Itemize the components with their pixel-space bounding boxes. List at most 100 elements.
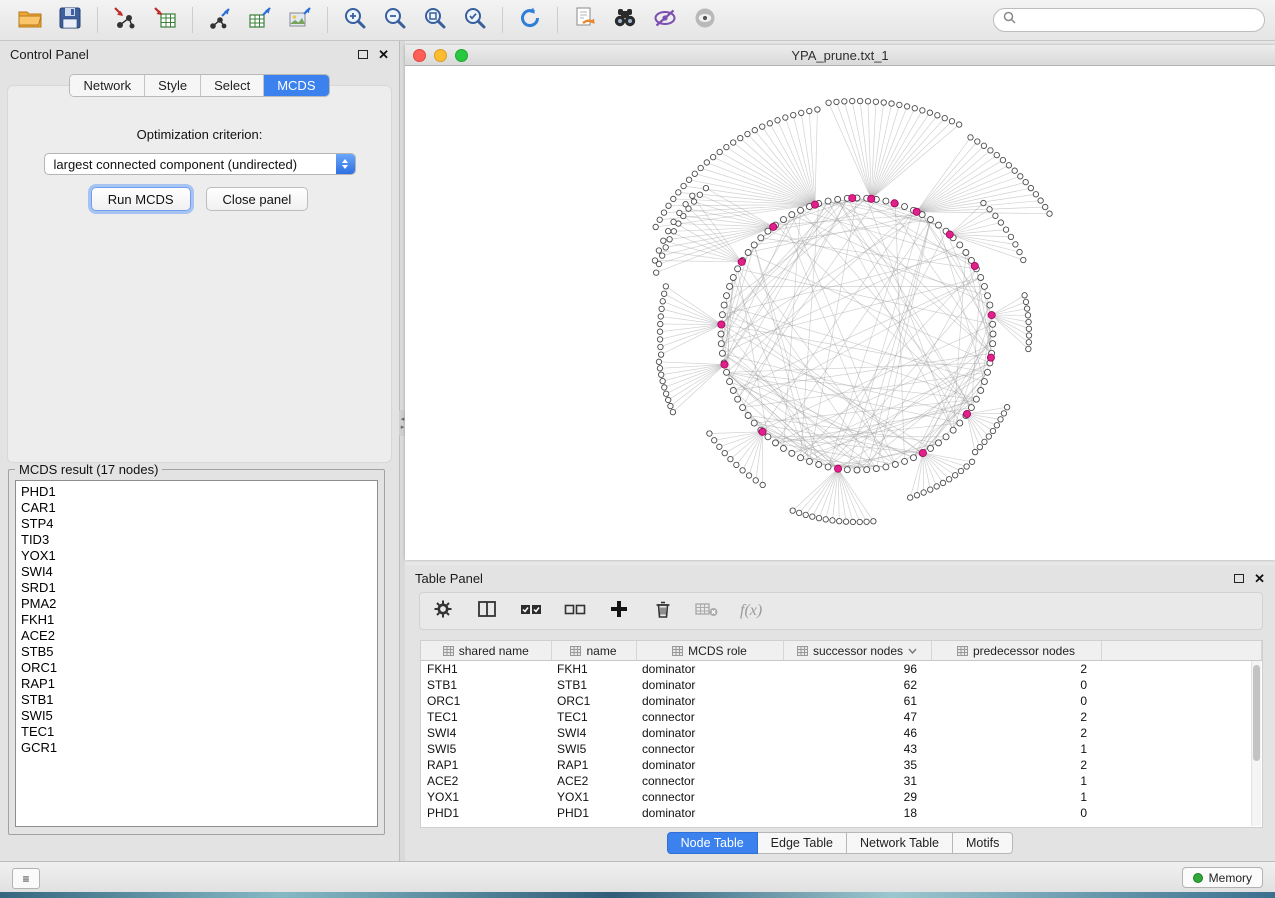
column-header-predecessor-nodes[interactable]: predecessor nodes bbox=[931, 641, 1101, 661]
close-table-panel-icon[interactable]: ✕ bbox=[1254, 572, 1265, 585]
table-row[interactable]: FKH1FKH1dominator962 bbox=[421, 661, 1262, 678]
status-menu-button[interactable]: ≡ bbox=[12, 868, 40, 889]
mcds-node-item[interactable]: ACE2 bbox=[21, 628, 377, 644]
zoom-in-icon bbox=[342, 5, 368, 36]
close-panel-icon[interactable]: ✕ bbox=[378, 48, 389, 61]
mcds-node-item[interactable]: SRD1 bbox=[21, 580, 377, 596]
gear-icon bbox=[433, 599, 453, 624]
network-canvas-svg[interactable] bbox=[405, 66, 1275, 560]
mcds-node-item[interactable]: SWI5 bbox=[21, 708, 377, 724]
table-scrollbar[interactable] bbox=[1251, 661, 1261, 826]
toolbar-separator bbox=[557, 7, 558, 33]
table-panel-title: Table Panel bbox=[415, 571, 483, 586]
mcds-node-item[interactable]: PMA2 bbox=[21, 596, 377, 612]
import-table-button[interactable] bbox=[145, 3, 185, 37]
tab-node-table[interactable]: Node Table bbox=[667, 832, 758, 854]
mcds-result-list[interactable]: PHD1CAR1STP4TID3YOX1SWI4SRD1PMA2FKH1ACE2… bbox=[15, 480, 378, 827]
tab-network-table[interactable]: Network Table bbox=[847, 832, 953, 854]
delete-row-button[interactable] bbox=[652, 600, 674, 622]
table-row[interactable]: PHD1PHD1dominator180 bbox=[421, 805, 1262, 821]
memory-status-icon bbox=[1193, 873, 1203, 883]
table-row[interactable]: TEC1TEC1connector472 bbox=[421, 709, 1262, 725]
mcds-node-item[interactable]: CAR1 bbox=[21, 500, 377, 516]
column-header-shared-name[interactable]: shared name bbox=[421, 641, 551, 661]
zoom-out-button[interactable] bbox=[375, 3, 415, 37]
add-row-button[interactable] bbox=[608, 600, 630, 622]
export-table-icon bbox=[247, 5, 273, 36]
mcds-node-item[interactable]: PHD1 bbox=[21, 484, 377, 500]
dropdown-stepper-icon bbox=[336, 154, 355, 174]
apply-layout-button[interactable] bbox=[510, 3, 550, 37]
table-settings-button[interactable] bbox=[432, 600, 454, 622]
select-all-button[interactable] bbox=[520, 600, 542, 622]
export-image-button[interactable] bbox=[280, 3, 320, 37]
memory-label: Memory bbox=[1209, 871, 1252, 885]
table-row[interactable]: SWI5SWI5connector431 bbox=[421, 741, 1262, 757]
mcds-node-item[interactable]: STP4 bbox=[21, 516, 377, 532]
window-close-button[interactable] bbox=[413, 49, 426, 62]
table-row[interactable]: YOX1YOX1connector291 bbox=[421, 789, 1262, 805]
column-header-successor-nodes[interactable]: successor nodes bbox=[783, 641, 931, 661]
mcds-node-item[interactable]: RAP1 bbox=[21, 676, 377, 692]
search-input[interactable] bbox=[1022, 12, 1255, 28]
float-table-panel-icon[interactable] bbox=[1234, 574, 1244, 583]
run-mcds-button[interactable]: Run MCDS bbox=[91, 187, 191, 211]
import-table-icon bbox=[152, 5, 178, 36]
table-scrollbar-thumb[interactable] bbox=[1253, 665, 1260, 761]
mcds-node-item[interactable]: GCR1 bbox=[21, 740, 377, 756]
node-table: shared name name MCDS role successor nod… bbox=[421, 641, 1262, 821]
show-columns-button[interactable] bbox=[476, 600, 498, 622]
float-panel-icon[interactable] bbox=[358, 50, 368, 59]
show-graphics-button[interactable] bbox=[685, 3, 725, 37]
close-panel-button[interactable]: Close panel bbox=[206, 187, 309, 211]
import-network-button[interactable] bbox=[105, 3, 145, 37]
optimization-criterion-label: Optimization criterion: bbox=[7, 127, 392, 142]
tab-motifs[interactable]: Motifs bbox=[953, 832, 1013, 854]
mcds-node-item[interactable]: YOX1 bbox=[21, 548, 377, 564]
tab-network[interactable]: Network bbox=[70, 75, 145, 96]
column-type-icon bbox=[672, 646, 683, 656]
unselect-all-button[interactable] bbox=[564, 600, 586, 622]
column-header-name[interactable]: name bbox=[551, 641, 636, 661]
network-window-titlebar[interactable]: YPA_prune.txt_1 bbox=[405, 45, 1275, 66]
table-row[interactable]: STB1STB1dominator620 bbox=[421, 677, 1262, 693]
table-delete-icon bbox=[695, 599, 719, 624]
table-row[interactable]: RAP1RAP1dominator352 bbox=[421, 757, 1262, 773]
share-document-button[interactable] bbox=[565, 3, 605, 37]
table-row[interactable]: ACE2ACE2connector311 bbox=[421, 773, 1262, 789]
window-minimize-button[interactable] bbox=[434, 49, 447, 62]
toolbar-separator bbox=[97, 7, 98, 33]
mcds-node-item[interactable]: FKH1 bbox=[21, 612, 377, 628]
save-session-button[interactable] bbox=[50, 3, 90, 37]
mcds-node-item[interactable]: STB5 bbox=[21, 644, 377, 660]
import-function-button[interactable] bbox=[696, 600, 718, 622]
export-network-button[interactable] bbox=[200, 3, 240, 37]
memory-button[interactable]: Memory bbox=[1182, 867, 1263, 888]
export-network-icon bbox=[207, 5, 233, 36]
table-row[interactable]: ORC1ORC1dominator610 bbox=[421, 693, 1262, 709]
window-zoom-button[interactable] bbox=[455, 49, 468, 62]
mcds-node-item[interactable]: ORC1 bbox=[21, 660, 377, 676]
hide-graphics-button[interactable] bbox=[645, 3, 685, 37]
tab-edge-table[interactable]: Edge Table bbox=[758, 832, 847, 854]
mcds-node-item[interactable]: SWI4 bbox=[21, 564, 377, 580]
tab-style[interactable]: Style bbox=[145, 75, 201, 96]
column-header-mcds-role[interactable]: MCDS role bbox=[636, 641, 783, 661]
search-network-button[interactable] bbox=[605, 3, 645, 37]
tab-select[interactable]: Select bbox=[201, 75, 264, 96]
mcds-node-item[interactable]: STB1 bbox=[21, 692, 377, 708]
zoom-selected-button[interactable] bbox=[455, 3, 495, 37]
tab-mcds[interactable]: MCDS bbox=[264, 75, 328, 96]
export-table-button[interactable] bbox=[240, 3, 280, 37]
criterion-dropdown[interactable]: largest connected component (undirected) bbox=[44, 153, 356, 175]
mcds-node-item[interactable]: TID3 bbox=[21, 532, 377, 548]
zoom-fit-button[interactable] bbox=[415, 3, 455, 37]
mcds-node-item[interactable]: TEC1 bbox=[21, 724, 377, 740]
open-session-button[interactable] bbox=[10, 3, 50, 37]
status-bar: ≡ Memory bbox=[0, 861, 1275, 892]
function-builder-button[interactable]: f(x) bbox=[740, 602, 762, 620]
table-row[interactable]: SWI4SWI4dominator462 bbox=[421, 725, 1262, 741]
search-box[interactable] bbox=[993, 8, 1265, 32]
column-type-icon bbox=[443, 646, 454, 656]
zoom-in-button[interactable] bbox=[335, 3, 375, 37]
